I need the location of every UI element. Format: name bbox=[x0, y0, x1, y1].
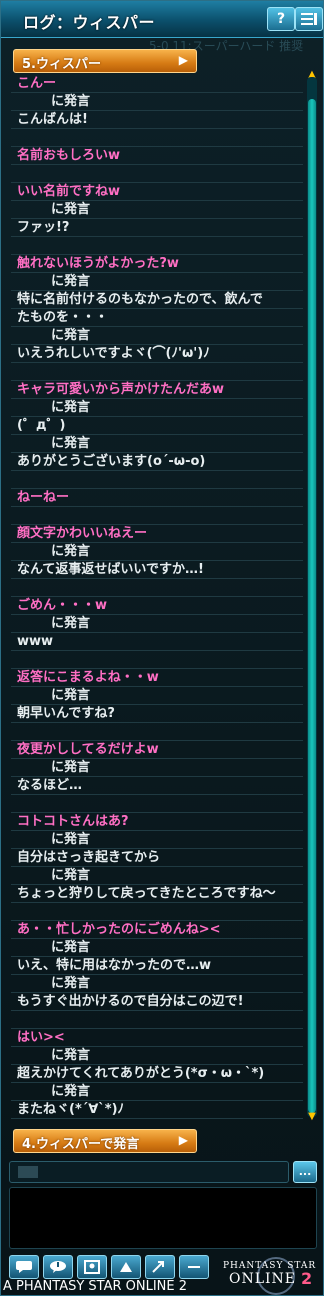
whisper-log: こんー に発言 こんばんは! 名前おもしろいw いい名前ですねw に発言 ファッ!? 触れない… bbox=[11, 75, 303, 1119]
log-spacer bbox=[11, 651, 303, 669]
sent-to-label: に発言 bbox=[11, 435, 303, 453]
outgoing-whisper-line: またねヾ(*´∀`*)ﾉ bbox=[11, 1101, 303, 1119]
log-spacer bbox=[11, 903, 303, 921]
incoming-whisper-line: 夜更かししてるだけよw bbox=[11, 741, 303, 759]
game-logo: PHANTASY STAR ONLINE 2 bbox=[223, 1257, 323, 1295]
incoming-whisper-line: はい>< bbox=[11, 1029, 303, 1047]
incoming-whisper-line: コトコトさんはあ? bbox=[11, 813, 303, 831]
log-spacer bbox=[11, 1011, 303, 1029]
outgoing-whisper-line: (゜д゜) bbox=[11, 417, 303, 435]
chat-compose-area[interactable] bbox=[9, 1187, 317, 1249]
outgoing-whisper-line: いえうれしいですよヾ(⌒(ﾉ'ω')ﾉ bbox=[11, 345, 303, 363]
arrow-icon[interactable] bbox=[145, 1255, 175, 1279]
sent-to-label: に発言 bbox=[11, 399, 303, 417]
sent-to-label: に発言 bbox=[11, 273, 303, 291]
sent-to-label: に発言 bbox=[11, 759, 303, 777]
log-spacer bbox=[11, 723, 303, 741]
speech-icon[interactable] bbox=[43, 1255, 73, 1279]
log-spacer bbox=[11, 363, 303, 381]
outgoing-whisper-line: 特に名前付けるのもなかったので、飲んで bbox=[11, 291, 303, 309]
chevron-right-icon: ▶ bbox=[178, 1133, 188, 1147]
incoming-whisper-line: あ・・忙しかったのにごめんね>< bbox=[11, 921, 303, 939]
incoming-whisper-line: 名前おもしろいw bbox=[11, 147, 303, 165]
sent-to-label: に発言 bbox=[11, 543, 303, 561]
sent-to-label: に発言 bbox=[11, 201, 303, 219]
incoming-whisper-line: 顔文字かわいいねえー bbox=[11, 525, 303, 543]
outgoing-whisper-line: こんばんは! bbox=[11, 111, 303, 129]
sent-to-label: に発言 bbox=[11, 939, 303, 957]
outgoing-whisper-line: ファッ!? bbox=[11, 219, 303, 237]
incoming-whisper-line: ごめん・・・w bbox=[11, 597, 303, 615]
chat-input[interactable] bbox=[9, 1161, 289, 1183]
outgoing-whisper-line: ありがとうございます(o´-ω-o) bbox=[11, 453, 303, 471]
outgoing-whisper-line: いえ、特に用はなかったので…w bbox=[11, 957, 303, 975]
scrollbar[interactable] bbox=[307, 77, 317, 1117]
minimize-icon[interactable] bbox=[179, 1255, 209, 1279]
outgoing-whisper-line: 自分はさっき起きてから bbox=[11, 849, 303, 867]
window-title: ログ：ウィスパー bbox=[23, 13, 156, 32]
sent-to-label: に発言 bbox=[11, 615, 303, 633]
scroll-down-icon[interactable]: ▼ bbox=[307, 1112, 317, 1122]
log-spacer bbox=[11, 795, 303, 813]
sent-to-label: に発言 bbox=[11, 1083, 303, 1101]
sent-to-label: に発言 bbox=[11, 975, 303, 993]
outgoing-whisper-line: 朝早いんですね? bbox=[11, 705, 303, 723]
log-spacer bbox=[11, 165, 303, 183]
incoming-whisper-line: こんー bbox=[11, 75, 303, 93]
sent-to-label: に発言 bbox=[11, 831, 303, 849]
sent-to-label: に発言 bbox=[11, 687, 303, 705]
sent-to-label: に発言 bbox=[11, 93, 303, 111]
logo-main-text: ONLINE bbox=[229, 1271, 297, 1287]
portrait-icon[interactable] bbox=[77, 1255, 107, 1279]
sent-to-label: に発言 bbox=[11, 1047, 303, 1065]
logo-number: 2 bbox=[301, 1269, 313, 1288]
sent-to-label: に発言 bbox=[11, 327, 303, 345]
incoming-whisper-line: ねーねー bbox=[11, 489, 303, 507]
log-spacer bbox=[11, 471, 303, 489]
more-options-button[interactable]: ... bbox=[293, 1161, 317, 1183]
incoming-whisper-line: 返答にこまるよね・・w bbox=[11, 669, 303, 687]
incoming-whisper-line: いい名前ですねw bbox=[11, 183, 303, 201]
incoming-whisper-line: 触れないほうがよかった?w bbox=[11, 255, 303, 273]
incoming-whisper-line: キャラ可愛いから声かけたんだあw bbox=[11, 381, 303, 399]
titlebar[interactable]: ログ：ウィスパー ? bbox=[1, 1, 323, 38]
tab-label: 5.ウィスパー bbox=[22, 57, 101, 72]
outgoing-whisper-line: たものを・・・ bbox=[11, 309, 303, 327]
help-button[interactable]: ? bbox=[267, 7, 295, 31]
outgoing-whisper-line: もうすぐ出かけるので自分はこの辺で! bbox=[11, 993, 303, 1011]
sent-to-label: に発言 bbox=[11, 867, 303, 885]
tab-whisper-send-4[interactable]: 4.ウィスパーで発言 ▶ bbox=[13, 1129, 197, 1153]
symbol-art-icon[interactable] bbox=[111, 1255, 141, 1279]
tab-whisper-5[interactable]: 5.ウィスパー ▶ bbox=[13, 49, 197, 73]
log-spacer bbox=[11, 237, 303, 255]
outgoing-whisper-line: なるほど… bbox=[11, 777, 303, 795]
whisper-log-window: ログ：ウィスパー ? 5-0 11:スーパーハード 推奨 5.ウィスパー ▶ ▲… bbox=[0, 0, 324, 1296]
outgoing-whisper-line: なんて返事返せばいいですか…! bbox=[11, 561, 303, 579]
outgoing-whisper-line: ちょっと狩りして戻ってきたところですね〜 bbox=[11, 885, 303, 903]
outgoing-whisper-line: www bbox=[11, 633, 303, 651]
log-spacer bbox=[11, 579, 303, 597]
scrollbar-thumb[interactable] bbox=[308, 99, 316, 1113]
chat-bubble-icon[interactable] bbox=[9, 1255, 39, 1279]
footer-caption: A PHANTASY STAR ONLINE 2 bbox=[3, 1279, 188, 1294]
tab-label: 4.ウィスパーで発言 bbox=[22, 1137, 140, 1152]
input-recipient-mark bbox=[18, 1166, 38, 1178]
chevron-right-icon: ▶ bbox=[178, 53, 188, 67]
list-settings-icon[interactable] bbox=[295, 7, 323, 31]
outgoing-whisper-line: 超えかけてくれてありがとう(*σ・ω・`*) bbox=[11, 1065, 303, 1083]
log-spacer bbox=[11, 507, 303, 525]
log-spacer bbox=[11, 129, 303, 147]
